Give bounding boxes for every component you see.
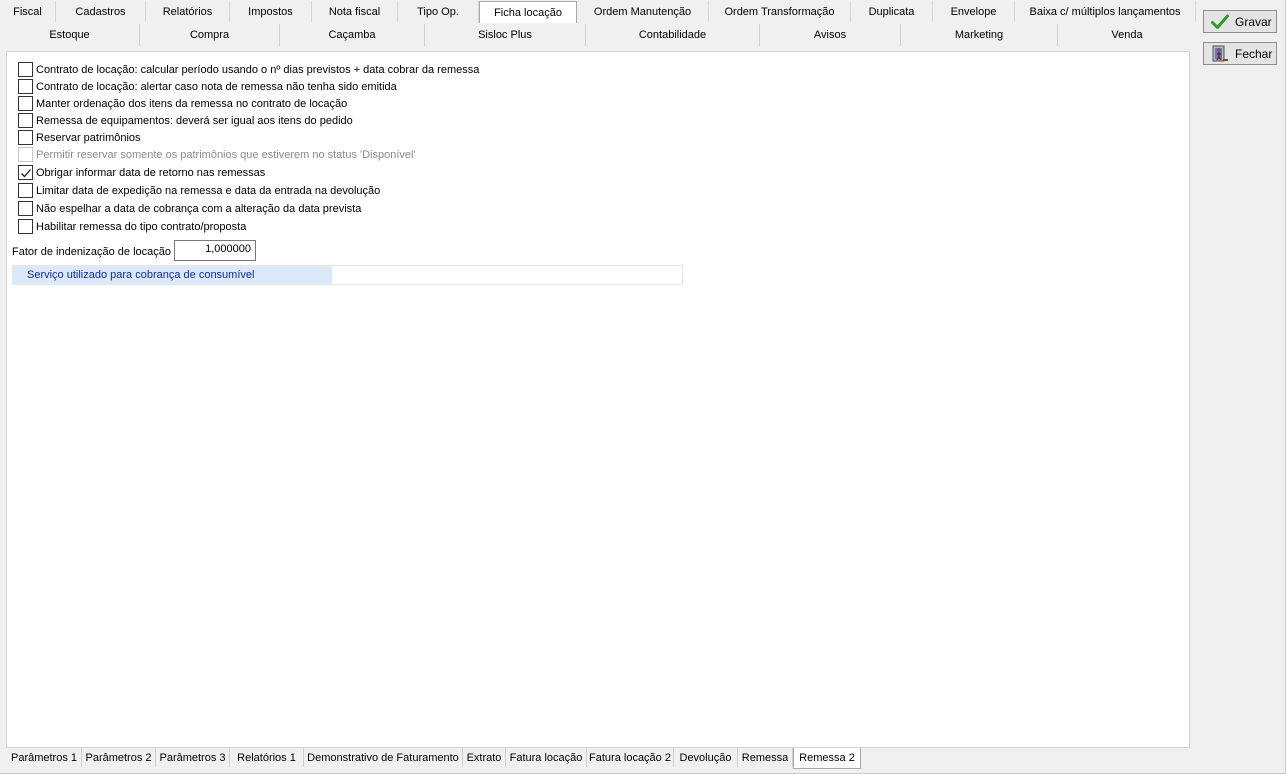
fator-indenizacao-input[interactable]: 1,000000	[174, 240, 256, 261]
fechar-button[interactable]: Fechar	[1203, 42, 1277, 65]
option-label: Habilitar remessa do tipo contrato/propo…	[36, 220, 247, 233]
option-row[interactable]: Limitar data de expedição na remessa e d…	[18, 182, 380, 199]
tab-compra[interactable]: Compra	[140, 24, 280, 46]
tab-fatura-locacao-2[interactable]: Fatura locação 2	[587, 748, 674, 767]
option-label: Não espelhar a data de cobrança com a al…	[36, 202, 362, 215]
tab-parametros-1[interactable]: Parâmetros 1	[7, 748, 82, 767]
option-row[interactable]: Obrigar informar data de retorno nas rem…	[18, 164, 265, 181]
tab-nota-fiscal[interactable]: Nota fiscal	[312, 1, 398, 22]
checkbox-disabled	[18, 147, 33, 162]
checkbox[interactable]	[18, 79, 33, 94]
settings-panel: Contrato de locação: calcular período us…	[6, 51, 1190, 748]
gravar-label: Gravar	[1235, 14, 1272, 29]
checkbox[interactable]	[18, 96, 33, 111]
tab-envelope[interactable]: Envelope	[933, 1, 1015, 22]
option-row[interactable]: Contrato de locação: alertar caso nota d…	[18, 78, 397, 95]
tab-contabilidade[interactable]: Contabilidade	[586, 24, 760, 46]
exit-door-icon	[1210, 45, 1230, 63]
bottom-tabs: Parâmetros 1 Parâmetros 2 Parâmetros 3 R…	[7, 748, 861, 769]
checkbox[interactable]	[18, 130, 33, 145]
checkbox[interactable]	[18, 62, 33, 77]
tab-impostos[interactable]: Impostos	[230, 1, 312, 22]
tab-cadastros[interactable]: Cadastros	[56, 1, 146, 22]
option-label: Obrigar informar data de retorno nas rem…	[36, 166, 266, 179]
tab-extrato[interactable]: Extrato	[463, 748, 506, 767]
tab-marketing[interactable]: Marketing	[901, 24, 1058, 46]
tab-devolucao[interactable]: Devolução	[674, 748, 738, 767]
option-row[interactable]: Reservar patrimônios	[18, 129, 141, 146]
checkbox[interactable]	[18, 219, 33, 234]
gravar-button[interactable]: Gravar	[1203, 10, 1277, 33]
option-label: Permitir reservar somente os patrimônios…	[36, 148, 416, 161]
fechar-label: Fechar	[1235, 46, 1273, 61]
tab-relatorios-1[interactable]: Relatórios 1	[230, 748, 304, 767]
top-tabs-row-2: Estoque Compra Caçamba Sisloc Plus Conta…	[0, 24, 1196, 46]
option-label: Contrato de locação: alertar caso nota d…	[36, 80, 397, 93]
checkbox[interactable]	[18, 201, 33, 216]
tab-venda[interactable]: Venda	[1058, 24, 1196, 46]
checkbox-checked[interactable]	[18, 165, 33, 180]
tab-baixa-multiplos[interactable]: Baixa c/ múltiplos lançamentos	[1015, 1, 1196, 22]
servico-consumivel-row: Serviço utilizado para cobrança de consu…	[12, 265, 683, 285]
tab-cacamba[interactable]: Caçamba	[280, 24, 425, 46]
tab-ficha-locacao[interactable]: Ficha locação	[479, 1, 577, 23]
option-row[interactable]: Remessa de equipamentos: deverá ser igua…	[18, 112, 353, 129]
top-tabs-row-1: Fiscal Cadastros Relatórios Impostos Not…	[0, 1, 1196, 23]
option-label: Reservar patrimônios	[36, 131, 141, 144]
tab-demonstrativo-faturamento[interactable]: Demonstrativo de Faturamento	[304, 748, 463, 767]
option-label: Contrato de locação: calcular período us…	[36, 63, 480, 76]
tab-estoque[interactable]: Estoque	[0, 24, 140, 46]
option-row: Permitir reservar somente os patrimônios…	[18, 146, 416, 163]
tab-remessa-2[interactable]: Remessa 2	[793, 748, 861, 769]
tab-fiscal[interactable]: Fiscal	[0, 1, 56, 22]
tab-tipo-op[interactable]: Tipo Op.	[398, 1, 479, 22]
tab-parametros-3[interactable]: Parâmetros 3	[156, 748, 230, 767]
option-label: Remessa de equipamentos: deverá ser igua…	[36, 114, 353, 127]
checkmark-icon	[20, 168, 31, 177]
fator-indenizacao-label: Fator de indenização de locação	[12, 246, 171, 258]
servico-consumivel-label: Serviço utilizado para cobrança de consu…	[13, 266, 332, 284]
tab-remessa[interactable]: Remessa	[738, 748, 793, 767]
option-row[interactable]: Contrato de locação: calcular período us…	[18, 61, 479, 78]
tab-duplicata[interactable]: Duplicata	[851, 1, 933, 22]
tab-ordem-transformacao[interactable]: Ordem Transformação	[709, 1, 851, 22]
tab-ordem-manutencao[interactable]: Ordem Manutenção	[577, 1, 709, 22]
checkbox[interactable]	[18, 113, 33, 128]
option-label: Limitar data de expedição na remessa e d…	[36, 184, 381, 197]
checkmark-icon	[1210, 13, 1230, 31]
tab-sisloc-plus[interactable]: Sisloc Plus	[425, 24, 586, 46]
option-row[interactable]: Habilitar remessa do tipo contrato/propo…	[18, 218, 246, 235]
tab-relatorios[interactable]: Relatórios	[146, 1, 230, 22]
option-label: Manter ordenação dos itens da remessa no…	[36, 97, 348, 110]
option-row[interactable]: Não espelhar a data de cobrança com a al…	[18, 200, 361, 217]
tab-parametros-2[interactable]: Parâmetros 2	[82, 748, 156, 767]
servico-consumivel-input[interactable]	[332, 266, 682, 284]
option-row[interactable]: Manter ordenação dos itens da remessa no…	[18, 95, 347, 112]
tab-fatura-locacao[interactable]: Fatura locação	[506, 748, 587, 767]
tab-avisos[interactable]: Avisos	[760, 24, 901, 46]
checkbox[interactable]	[18, 183, 33, 198]
